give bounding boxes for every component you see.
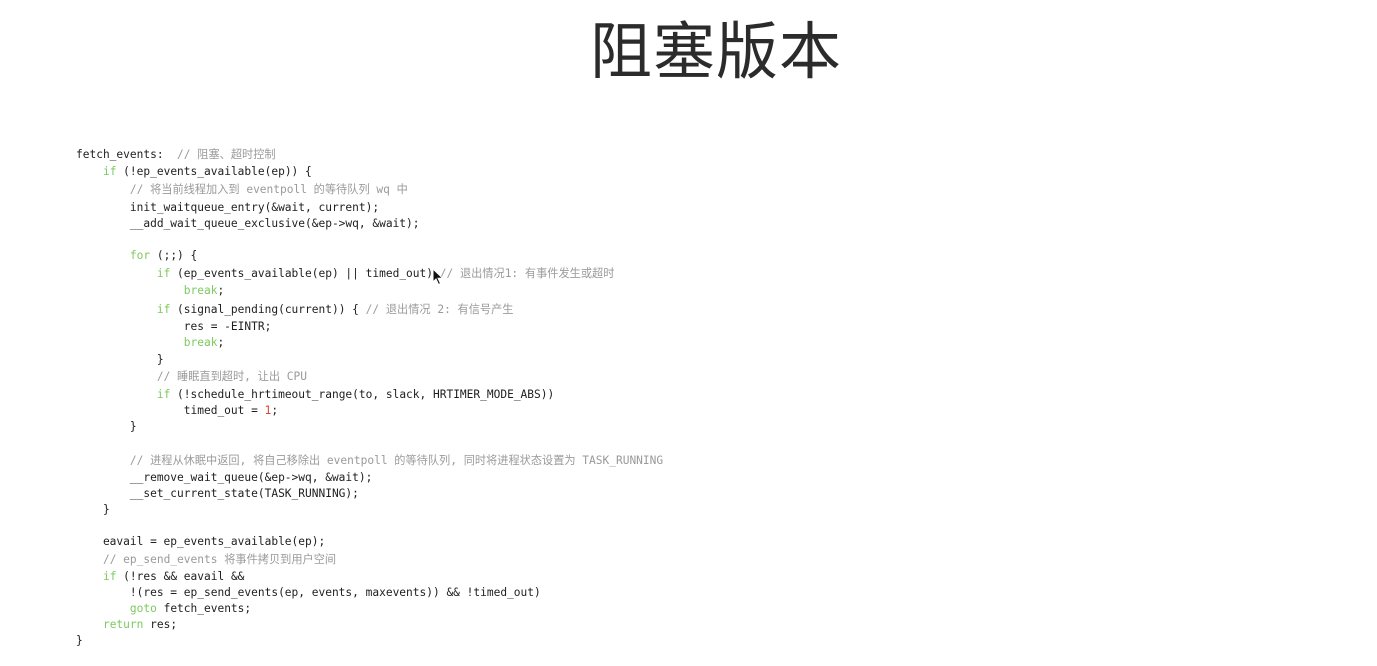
code-token: __remove_wait_queue(&ep->wq, &wait); <box>76 471 373 484</box>
code-token: (;;) { <box>150 249 198 262</box>
code-line: if (ep_events_available(ep) || timed_out… <box>76 265 615 283</box>
code-line: // 将当前线程加入到 eventpoll 的等待队列 wq 中 <box>76 181 408 199</box>
code-token: (ep_events_available(ep) || timed_out) <box>170 267 440 280</box>
code-token: timed_out = <box>76 404 265 417</box>
code-token: init_waitqueue_entry(&wait, current); <box>76 201 380 214</box>
code-line: __set_current_state(TASK_RUNNING); <box>76 485 359 503</box>
code-line: return res; <box>76 616 177 634</box>
code-token: (!schedule_hrtimeout_range(to, slack, HR… <box>170 388 555 401</box>
code-line: } <box>76 501 110 519</box>
code-comment: // 将当前线程加入到 eventpoll 的等待队列 wq 中 <box>129 183 408 196</box>
code-keyword: if <box>156 267 171 280</box>
code-comment: // ep_send_events 将事件拷贝到用户空间 <box>102 553 337 566</box>
code-line: __add_wait_queue_exclusive(&ep->wq, &wai… <box>76 215 420 233</box>
code-comment: // 阻塞、超时控制 <box>177 148 276 161</box>
code-line: if (!ep_events_available(ep)) { <box>76 163 312 181</box>
code-line: break; <box>76 282 224 300</box>
code-line: } <box>76 418 137 436</box>
code-line: for (;;) { <box>76 247 197 265</box>
code-line: } <box>76 351 164 369</box>
code-token: !(res = ep_send_events(ep, events, maxev… <box>76 586 541 599</box>
code-token: eavail = ep_events_available(ep); <box>76 535 326 548</box>
code-line: if (signal_pending(current)) { // 退出情况 2… <box>76 301 514 319</box>
code-token: __set_current_state(TASK_RUNNING); <box>76 487 359 500</box>
code-line: // ep_send_events 将事件拷贝到用户空间 <box>76 551 336 569</box>
code-line: } <box>76 632 83 650</box>
code-token: } <box>76 420 137 433</box>
code-token: } <box>76 634 83 647</box>
code-comment: // 退出情况 2: 有信号产生 <box>365 303 514 316</box>
code-keyword: for <box>129 249 151 262</box>
code-comment: // 退出情况1: 有事件发生或超时 <box>439 267 615 280</box>
code-keyword: if <box>102 165 117 178</box>
code-line: // 睡眠直到超时, 让出 CPU <box>76 368 307 386</box>
code-line: fetch_events: // 阻塞、超时控制 <box>76 146 276 164</box>
code-line: eavail = ep_events_available(ep); <box>76 533 325 551</box>
code-keyword: if <box>156 388 171 401</box>
code-token: ; <box>271 404 279 417</box>
code-token: (!res && eavail && <box>116 570 245 583</box>
code-token: fetch_events: <box>76 148 178 161</box>
code-keyword: break <box>183 336 218 349</box>
code-token: } <box>76 503 110 516</box>
code-keyword: if <box>156 303 171 316</box>
code-token: __add_wait_queue_exclusive(&ep->wq, &wai… <box>76 217 420 230</box>
code-line: break; <box>76 334 224 352</box>
code-keyword: goto <box>129 602 157 615</box>
mouse-pointer-icon <box>432 268 444 286</box>
code-token: ; <box>217 336 225 349</box>
code-line: // 进程从休眠中返回, 将自己移除出 eventpoll 的等待队列, 同时将… <box>76 452 663 470</box>
code-comment: // 进程从休眠中返回, 将自己移除出 eventpoll 的等待队列, 同时将… <box>129 454 664 467</box>
slide-title: 阻塞版本 <box>589 15 842 88</box>
code-token: res = -EINTR; <box>76 320 272 333</box>
code-keyword: break <box>183 284 218 297</box>
code-token: (signal_pending(current)) { <box>170 303 366 316</box>
code-token: } <box>76 353 164 366</box>
code-token: res; <box>143 618 178 631</box>
code-comment: // 睡眠直到超时, 让出 CPU <box>156 370 307 383</box>
code-keyword: if <box>102 570 117 583</box>
code-token: fetch_events; <box>156 602 252 615</box>
code-keyword: return <box>102 618 144 631</box>
code-token: ; <box>217 284 225 297</box>
code-token: (!ep_events_available(ep)) { <box>116 165 312 178</box>
